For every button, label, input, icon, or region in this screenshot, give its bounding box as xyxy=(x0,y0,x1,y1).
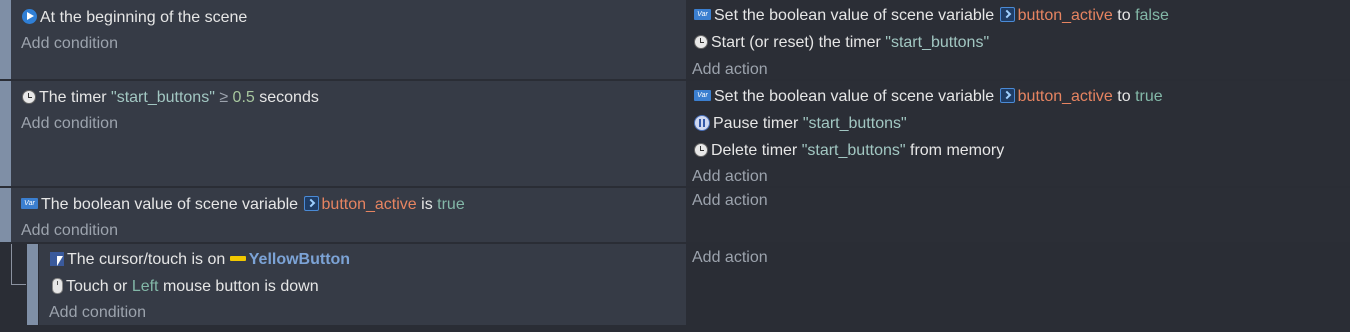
action-row[interactable]: Pause timer "start_buttons" xyxy=(694,114,907,134)
add-action-link[interactable]: Add action xyxy=(692,167,768,187)
condition-row[interactable]: At the beginning of the scene xyxy=(22,8,247,28)
scene-variable-icon xyxy=(999,7,1015,23)
condition-row[interactable]: The cursor/touch is on YellowButton xyxy=(50,250,350,270)
add-condition-link[interactable]: Add condition xyxy=(21,221,118,241)
scene-variable-icon xyxy=(999,88,1015,104)
sentence-text: At the beginning of the scene xyxy=(40,9,248,26)
sentence-text[interactable]: Left xyxy=(132,278,159,295)
variable-name[interactable]: button_active xyxy=(322,196,417,213)
event-drag-handle[interactable] xyxy=(0,81,11,186)
sub-event-conditions-panel[interactable]: The cursor/touch is on YellowButton Touc… xyxy=(39,244,686,325)
conditions-panel[interactable]: The boolean value of scene variable butt… xyxy=(11,188,686,242)
sentence-text: Start (or reset) the timer xyxy=(711,34,886,51)
sentence-text: to xyxy=(1112,88,1136,105)
sentence-text: The boolean value of scene variable xyxy=(41,196,303,213)
sub-event-drag-handle[interactable] xyxy=(27,244,38,325)
string-parameter[interactable]: "start_buttons" xyxy=(802,142,906,159)
sentence-text: The cursor/touch is on xyxy=(67,251,230,268)
condition-row[interactable]: The timer "start_buttons" ≥ 0.5 seconds xyxy=(22,88,319,108)
sub-event-tree-branch xyxy=(11,284,26,285)
sentence-text: Delete timer xyxy=(711,142,802,159)
add-action-link[interactable]: Add action xyxy=(692,60,768,80)
sentence-text[interactable]: 0.5 xyxy=(233,89,255,106)
event-drag-handle[interactable] xyxy=(0,188,11,242)
action-row[interactable]: Set the boolean value of scene variable … xyxy=(694,6,1169,26)
cursor-icon xyxy=(50,251,64,266)
sentence-text: Set the boolean value of scene variable xyxy=(714,88,999,105)
condition-row[interactable]: Touch or Left mouse button is down xyxy=(50,277,319,297)
action-row[interactable]: Start (or reset) the timer "start_button… xyxy=(694,33,989,53)
timer-icon xyxy=(22,89,36,104)
yellow-button-icon xyxy=(229,256,246,262)
variable-name[interactable]: button_active xyxy=(1018,7,1113,24)
action-row[interactable]: Delete timer "start_buttons" from memory xyxy=(694,141,1004,161)
conditions-panel[interactable]: The timer "start_buttons" ≥ 0.5 seconds … xyxy=(11,81,686,186)
add-action-link[interactable]: Add action xyxy=(692,191,768,211)
scene-variable-icon xyxy=(303,196,319,212)
sentence-text[interactable]: false xyxy=(1135,7,1169,24)
play-icon xyxy=(22,9,37,25)
sentence-text: seconds xyxy=(254,89,319,106)
sentence-text: mouse button is down xyxy=(158,278,319,295)
string-parameter[interactable]: "start_buttons" xyxy=(885,34,989,51)
mouse-icon xyxy=(52,277,63,294)
actions-panel[interactable]: Set the boolean value of scene variable … xyxy=(686,0,1350,79)
condition-row[interactable]: The boolean value of scene variable butt… xyxy=(21,195,465,215)
actions-panel[interactable]: Set the boolean value of scene variable … xyxy=(686,81,1350,186)
object-name[interactable]: YellowButton xyxy=(249,251,350,268)
variable-icon xyxy=(21,198,38,210)
sentence-text: is xyxy=(416,196,438,213)
sentence-text: Touch or xyxy=(66,278,132,295)
add-condition-link[interactable]: Add condition xyxy=(21,34,118,54)
sentence-text: The timer xyxy=(39,89,112,106)
add-condition-link[interactable]: Add condition xyxy=(21,114,118,134)
sentence-text: Set the boolean value of scene variable xyxy=(714,7,999,24)
variable-icon xyxy=(694,9,711,21)
actions-panel[interactable]: Add action xyxy=(686,188,1350,242)
event-drag-handle[interactable] xyxy=(0,0,11,79)
sentence-text: to xyxy=(1112,7,1136,24)
sub-event-add-action-link[interactable]: Add action xyxy=(692,248,768,268)
conditions-panel[interactable]: At the beginning of the scene Add condit… xyxy=(11,0,686,79)
string-parameter[interactable]: "start_buttons" xyxy=(803,115,907,132)
sentence-text: from memory xyxy=(905,142,1005,159)
string-parameter[interactable]: "start_buttons" xyxy=(111,89,215,106)
timer-icon xyxy=(694,142,708,157)
sentence-text[interactable]: true xyxy=(1135,88,1163,105)
sentence-text: ≥ xyxy=(214,89,233,106)
event-2[interactable]: The timer "start_buttons" ≥ 0.5 seconds … xyxy=(0,81,1350,186)
variable-icon xyxy=(694,90,711,102)
sub-event-tree-line xyxy=(11,244,12,284)
action-row[interactable]: Set the boolean value of scene variable … xyxy=(694,87,1163,107)
timer-icon xyxy=(694,34,708,49)
event-1[interactable]: At the beginning of the scene Add condit… xyxy=(0,0,1350,79)
sentence-text: Pause timer xyxy=(713,115,803,132)
event-3[interactable]: The boolean value of scene variable butt… xyxy=(0,188,1350,242)
variable-name[interactable]: button_active xyxy=(1018,88,1113,105)
add-condition-link[interactable]: Add condition xyxy=(49,303,146,323)
pause-timer-icon xyxy=(694,114,710,131)
sentence-text[interactable]: true xyxy=(437,196,465,213)
